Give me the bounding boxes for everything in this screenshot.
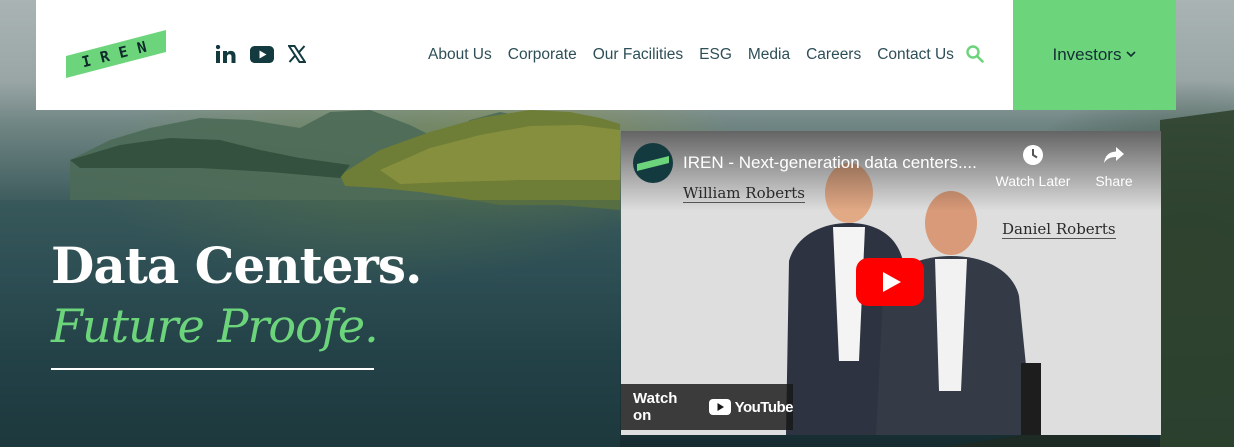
- share-label: Share: [1095, 173, 1133, 189]
- name-label-william: William Roberts: [683, 184, 805, 203]
- investors-label: Investors: [1052, 45, 1122, 64]
- hero-headline: Data Centers.: [51, 236, 422, 295]
- channel-avatar[interactable]: [633, 143, 673, 183]
- nav-media[interactable]: Media: [748, 46, 790, 64]
- youtube-wordmark-text: YouTube: [734, 398, 794, 416]
- x-icon[interactable]: [288, 44, 306, 64]
- video-title[interactable]: IREN - Next-generation data centers....: [683, 153, 977, 173]
- watch-later-label: Watch Later: [995, 173, 1071, 189]
- clock-icon: [1023, 145, 1043, 165]
- play-button[interactable]: [856, 258, 924, 306]
- youtube-logo-icon: [708, 399, 731, 415]
- nav-careers[interactable]: Careers: [806, 46, 861, 64]
- chevron-down-icon: [1126, 49, 1137, 61]
- nav-esg[interactable]: ESG: [699, 46, 732, 64]
- investors-button[interactable]: Investors: [1013, 0, 1176, 110]
- name-label-daniel: Daniel Roberts: [1002, 220, 1116, 239]
- iren-logo[interactable]: IREN: [66, 28, 166, 80]
- nav-about-us[interactable]: About Us: [428, 46, 492, 64]
- watch-on-label: Watch on: [633, 390, 678, 424]
- youtube-wordmark: YouTube: [708, 398, 794, 416]
- social-links: [216, 44, 306, 64]
- share-arrow-icon: [1104, 147, 1124, 163]
- nav-our-facilities[interactable]: Our Facilities: [593, 46, 683, 64]
- watch-on-youtube-button[interactable]: Watch on YouTube: [621, 384, 794, 430]
- share-button[interactable]: Share: [1074, 143, 1154, 189]
- avatar-logo: [637, 156, 669, 171]
- nav-corporate[interactable]: Corporate: [508, 46, 577, 64]
- site-header: IREN About Us Corporate Our Facilities E…: [36, 0, 1176, 110]
- search-icon[interactable]: [966, 45, 984, 63]
- tagline-underline: [51, 368, 374, 370]
- play-icon: [856, 258, 924, 306]
- hero-tagline: Future Proofe.: [51, 299, 379, 353]
- linkedin-icon[interactable]: [216, 44, 236, 64]
- video-embed[interactable]: IREN - Next-generation data centers.... …: [621, 131, 1161, 435]
- watch-later-button[interactable]: Watch Later: [993, 143, 1073, 189]
- youtube-icon[interactable]: [250, 44, 274, 64]
- main-nav: About Us Corporate Our Facilities ESG Me…: [428, 0, 970, 110]
- nav-contact-us[interactable]: Contact Us: [877, 46, 954, 64]
